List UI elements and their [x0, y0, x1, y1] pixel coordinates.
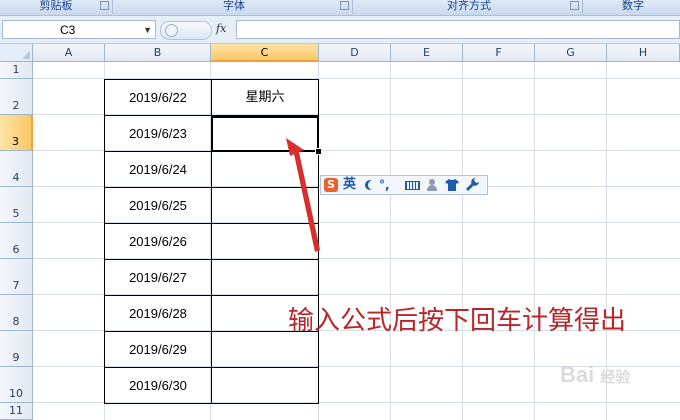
watermark-suffix: 经验	[600, 369, 631, 386]
watermark-text: Bai	[560, 362, 595, 387]
annotation-arrow	[286, 138, 320, 252]
annotation-text: 输入公式后按下回车计算得出	[288, 306, 627, 336]
baidu-watermark: Bai 经验	[560, 362, 630, 388]
